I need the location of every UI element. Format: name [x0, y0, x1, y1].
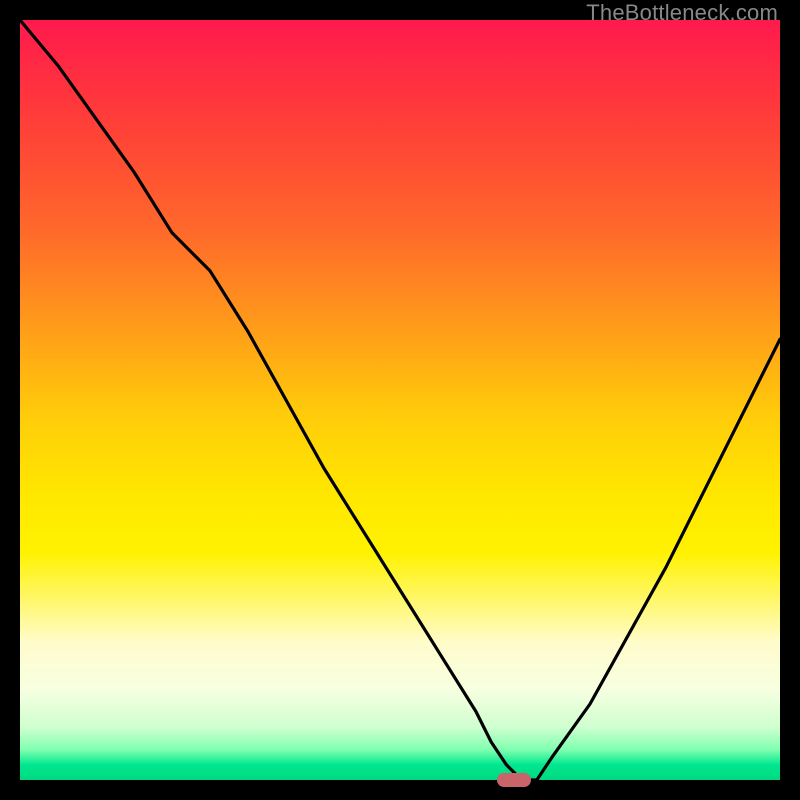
minimum-marker [497, 773, 531, 787]
curve-path [20, 20, 780, 780]
plot-area [20, 20, 780, 780]
chart-frame: TheBottleneck.com [0, 0, 800, 800]
bottleneck-curve [20, 20, 780, 780]
watermark-text: TheBottleneck.com [586, 0, 778, 26]
